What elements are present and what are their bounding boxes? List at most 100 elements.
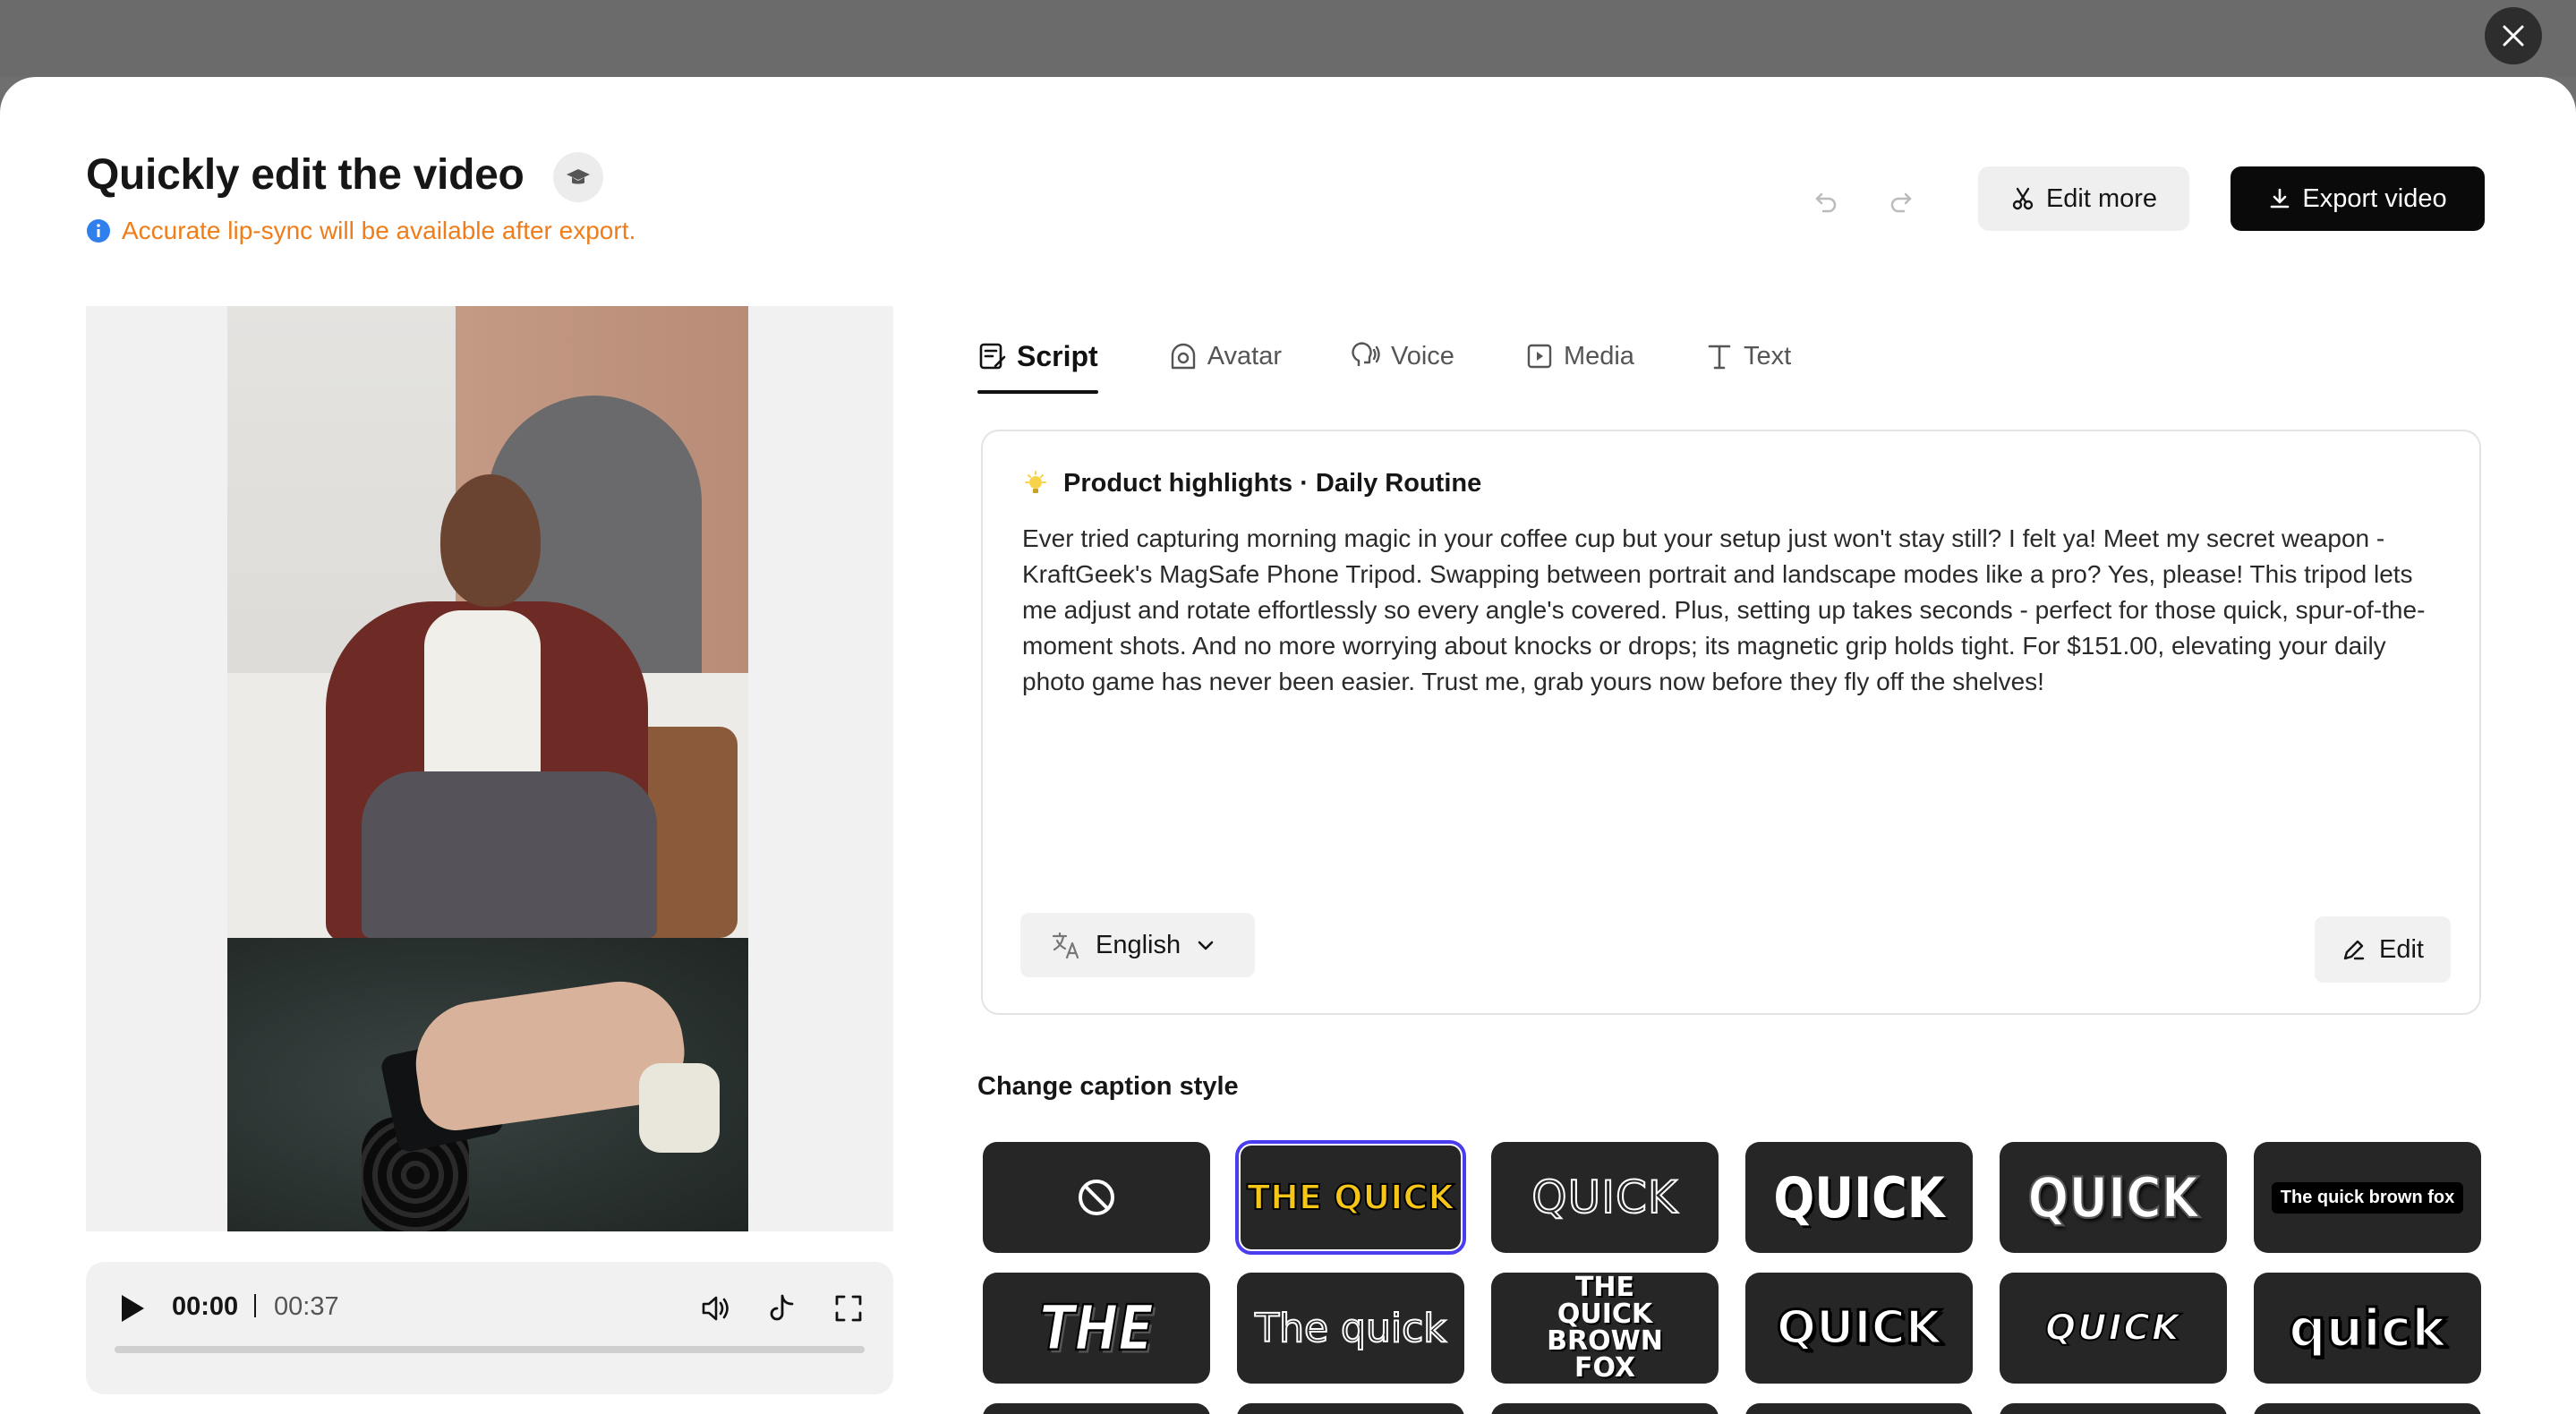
caption-style-option[interactable]: QUICK [2000,1273,2227,1384]
play-button[interactable] [115,1290,150,1326]
time-separator [254,1294,256,1317]
caption-style-label: THE QUICK [1246,1177,1455,1218]
export-video-button[interactable]: Export video [2231,166,2485,231]
fullscreen-button[interactable] [829,1289,868,1328]
current-time: 00:00 [172,1292,239,1321]
video-player-controls: 00:00 00:37 [86,1262,893,1394]
caption-style-option[interactable]: THE QUICK BROWN FOX [1491,1273,1719,1384]
info-icon [87,219,110,243]
person-head [440,474,541,607]
caption-style-option[interactable] [1745,1403,1973,1414]
tab-avatar[interactable]: Avatar [1168,319,1282,394]
undo-icon [1815,192,1837,213]
caption-style-option[interactable] [1237,1403,1464,1414]
progress-track[interactable] [115,1346,865,1353]
caption-style-option[interactable] [983,1403,1210,1414]
edit-more-label: Edit more [2045,183,2158,213]
download-icon [2271,188,2290,209]
lightbulb-icon [1025,470,1046,493]
caption-style-label: QUICK [2044,1307,2181,1350]
caption-style-option[interactable]: THE QUICK [1235,1140,1466,1255]
caption-style-option[interactable] [1491,1403,1719,1414]
caption-style-label: THE QUICK BROWN FOX [1547,1273,1663,1384]
redo-button[interactable] [1880,179,1923,222]
person-legs [362,771,657,938]
graduation-cap-icon [567,169,590,184]
lip-sync-notice: Accurate lip-sync will be available afte… [86,217,635,245]
caption-style-option[interactable]: QUICK [2000,1142,2227,1253]
edit-script-button[interactable]: Edit [2315,916,2451,983]
voice-icon [1352,342,1380,366]
tab-media[interactable]: Media [1524,319,1634,394]
product-scene [227,938,748,1231]
redo-icon [1890,192,1912,213]
avatar-scene [227,306,748,938]
edit-more-button[interactable]: Edit more [1978,166,2189,231]
video-frame [227,306,748,1231]
edit-label: Edit [2379,934,2424,964]
caption-style-label: quick [2288,1297,2448,1360]
caption-style-option[interactable] [2254,1403,2481,1414]
caption-style-label: QUICK [1531,1171,1678,1224]
backdrop [0,0,2576,77]
caption-style-label: The quick brown fox [2271,1181,2464,1214]
export-label: Export video [2302,183,2447,213]
tab-label: Media [1563,341,1634,371]
text-icon [1708,345,1731,370]
caption-style-title: Change caption style [977,1072,1239,1101]
volume-icon [702,1296,729,1321]
avatar-icon [1171,343,1195,370]
editor-tabs: Script Avatar Voice Media Text [977,319,1861,394]
caption-style-option[interactable]: THE [983,1273,1210,1384]
notice-text: Accurate lip-sync will be available afte… [122,217,636,244]
tab-script[interactable]: Script [977,319,1098,394]
tab-text[interactable]: Text [1704,319,1791,394]
chevron-down-icon [1198,941,1214,950]
tiktok-preview-button[interactable] [763,1289,802,1328]
tab-label: Text [1743,341,1792,371]
fullscreen-icon [835,1295,862,1322]
tutorial-badge[interactable] [553,152,603,202]
script-heading-text: Product highlights · Daily Routine [1063,469,1482,498]
scissors-icon [2012,187,2034,210]
script-heading: Product highlights · Daily Routine [1022,469,1481,498]
watch [639,1063,720,1153]
tiktok-icon [770,1294,794,1321]
caption-style-option[interactable]: QUICK [1745,1273,1973,1384]
tab-voice[interactable]: Voice [1352,319,1454,394]
language-select[interactable]: English [1020,913,1255,977]
edit-video-modal: Quickly edit the video Accurate lip-sync… [0,77,2576,1414]
caption-style-grid: THE QUICK QUICK QUICK QUICK The quick br… [983,1140,2486,1414]
page-title: Quickly edit the video [86,151,525,199]
tab-label: Avatar [1207,341,1282,371]
tab-label: Script [1017,339,1098,372]
close-icon [2503,25,2524,47]
volume-button[interactable] [696,1289,736,1328]
caption-style-option[interactable]: quick [2254,1273,2481,1384]
caption-style-label: QUICK [1773,1164,1945,1231]
play-icon [122,1295,144,1322]
script-icon [979,343,1006,370]
caption-style-option[interactable]: QUICK [1745,1142,1973,1253]
caption-style-label: The quick [1254,1305,1447,1352]
undo-button[interactable] [1804,179,1847,222]
caption-style-label: THE [1038,1290,1155,1366]
language-value: English [1096,930,1181,959]
script-text[interactable]: Ever tried capturing morning magic in yo… [1022,521,2451,700]
pencil-icon [2343,940,2365,960]
script-card: Product highlights · Daily Routine Ever … [981,430,2481,1015]
video-preview[interactable] [86,306,893,1231]
caption-style-label: QUICK [1775,1300,1942,1357]
caption-style-option[interactable] [2000,1403,2227,1414]
translate-icon [1052,932,1079,959]
caption-style-label: QUICK [2026,1164,2199,1231]
close-button[interactable] [2485,7,2542,64]
caption-style-none[interactable] [983,1142,1210,1253]
tab-label: Voice [1390,341,1454,371]
caption-style-option[interactable]: The quick [1237,1273,1464,1384]
total-time: 00:37 [274,1292,339,1321]
none-icon [1079,1180,1114,1215]
caption-style-option[interactable]: QUICK [1491,1142,1719,1253]
media-icon [1527,344,1552,369]
caption-style-option[interactable]: The quick brown fox [2254,1142,2481,1253]
